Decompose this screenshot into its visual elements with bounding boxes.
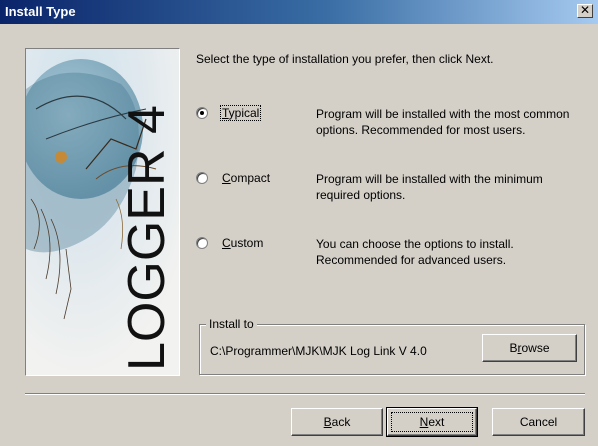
window-title: Install Type [5,4,76,19]
side-banner-image: LOGGER 4 [25,48,180,376]
custom-radio[interactable] [196,237,208,249]
cancel-button[interactable]: Cancel [492,408,585,436]
close-icon: ✕ [579,3,591,17]
next-button[interactable]: Next [386,407,478,437]
install-path: C:\Programmer\MJK\MJK Log Link V 4.0 [210,344,427,358]
typical-radio[interactable] [196,107,208,119]
focus-indicator [391,412,473,432]
custom-label[interactable]: Custom [222,236,263,250]
banner-artwork: LOGGER 4 [26,49,179,375]
back-button[interactable]: Back [291,408,383,436]
button-separator [25,393,585,395]
install-to-legend: Install to [206,317,257,331]
instruction-text: Select the type of installation you pref… [196,52,494,66]
title-bar[interactable]: Install Type ✕ [0,0,598,24]
compact-label[interactable]: Compact [222,171,270,185]
brand-logo-text: LOGGER 4 [118,105,176,371]
radio-selected-dot [200,111,204,115]
typical-description: Program will be installed with the most … [316,107,570,137]
browse-button[interactable]: Browse [482,334,577,362]
close-button[interactable]: ✕ [577,4,593,18]
compact-description: Program will be installed with the minim… [316,172,543,202]
typical-label[interactable]: Typical [219,105,262,121]
compact-radio[interactable] [196,172,208,184]
custom-description: You can choose the options to install. R… [316,237,514,267]
